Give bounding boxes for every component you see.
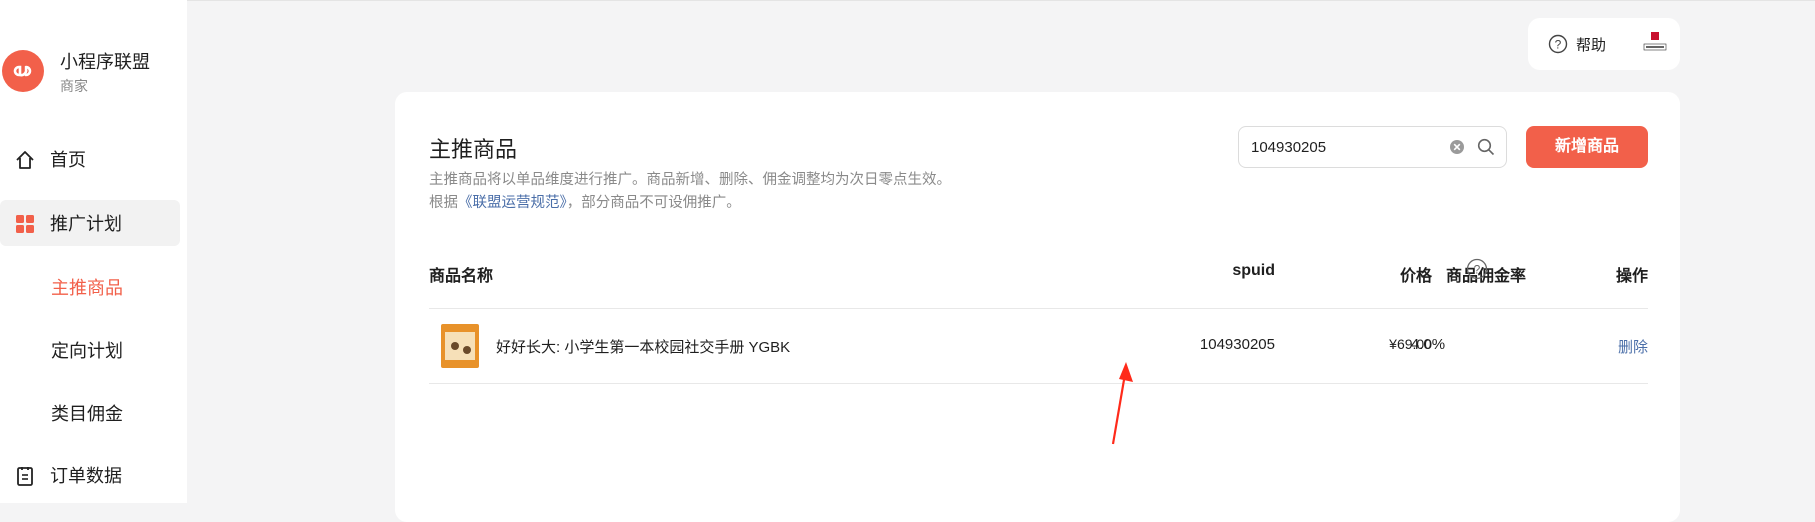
page-title: 主推商品 — [429, 137, 518, 162]
sidebar-item-label: 类目佣金 — [51, 404, 123, 424]
product-spuid: 104930205 — [1199, 336, 1275, 353]
svg-text:?: ? — [1474, 263, 1481, 277]
top-border — [0, 0, 1815, 1]
product-commission-rate: 4.0% — [1410, 336, 1446, 353]
product-name: 好好长大: 小学生第一本校园社交手册 YGBK — [496, 339, 791, 356]
sidebar-subitem-featured-products[interactable]: 主推商品 — [0, 265, 180, 305]
clear-icon[interactable] — [1449, 139, 1465, 155]
account-avatar-icon[interactable] — [1642, 30, 1668, 58]
page-description-rules: 根据《联盟运营规范》，部分商品不可设佣推广。 — [429, 191, 741, 212]
app-name: 小程序联盟 — [60, 52, 150, 72]
annotation-arrow-icon — [1111, 362, 1133, 445]
help-link[interactable]: 帮助 — [1576, 34, 1606, 55]
column-header-spuid: spuid — [1232, 262, 1275, 279]
sidebar-item-home[interactable]: 首页 — [0, 136, 180, 182]
delete-link[interactable]: 删除 — [1545, 336, 1648, 357]
search-input[interactable] — [1251, 127, 1441, 167]
help-circle-icon[interactable]: ? — [1548, 34, 1568, 54]
sidebar-subitem-targeted-plan[interactable]: 定向计划 — [0, 328, 180, 368]
sidebar-item-label: 首页 — [50, 150, 86, 170]
brand-logo-icon — [2, 50, 44, 92]
header-divider — [429, 308, 1648, 309]
add-product-button[interactable]: 新增商品 — [1526, 126, 1648, 168]
search-icon[interactable] — [1477, 138, 1495, 156]
sidebar-item-label: 主推商品 — [51, 278, 123, 298]
column-header-product-name: 商品名称 — [429, 268, 494, 285]
column-header-actions: 操作 — [1615, 268, 1648, 285]
page-description: 主推商品将以单品维度进行推广。商品新增、删除、佣金调整均为次日零点生效。 — [429, 172, 951, 188]
app-role: 商家 — [60, 78, 88, 94]
row-divider — [429, 383, 1648, 384]
question-circle-icon[interactable]: ? — [1466, 258, 1488, 280]
rules-suffix: ，部分商品不可设佣推广。 — [566, 195, 741, 211]
brand: 小程序联盟 商家 — [0, 46, 187, 96]
rules-link[interactable]: 《联盟运营规范》 — [458, 195, 567, 211]
sidebar-subitem-category-commission[interactable]: 类目佣金 — [0, 391, 180, 431]
sidebar-item-label: 推广计划 — [50, 214, 122, 234]
main-card: 主推商品 主推商品将以单品维度进行推广。商品新增、删除、佣金调整均为次日零点生效… — [395, 92, 1680, 522]
rules-prefix: 根据 — [429, 195, 458, 211]
clipboard-icon — [17, 467, 33, 486]
svg-text:?: ? — [1555, 38, 1562, 52]
sidebar-item-label: 定向计划 — [51, 341, 123, 361]
sidebar-item-label: 订单数据 — [50, 466, 122, 486]
grid-icon — [16, 215, 34, 233]
search-box — [1238, 126, 1507, 168]
home-icon — [16, 151, 34, 169]
help-bar: ? 帮助 — [1528, 18, 1680, 70]
sidebar: 小程序联盟 商家 首页 推广计划 主推商品 定向计划 类目佣金 订单数据 — [0, 0, 187, 503]
product-thumbnail — [441, 324, 479, 368]
column-header-commission-rate: 商品佣金率 — [1445, 268, 1526, 285]
sidebar-item-order-data[interactable]: 订单数据 — [0, 452, 180, 498]
sidebar-item-promotion-plan[interactable]: 推广计划 — [0, 200, 180, 246]
